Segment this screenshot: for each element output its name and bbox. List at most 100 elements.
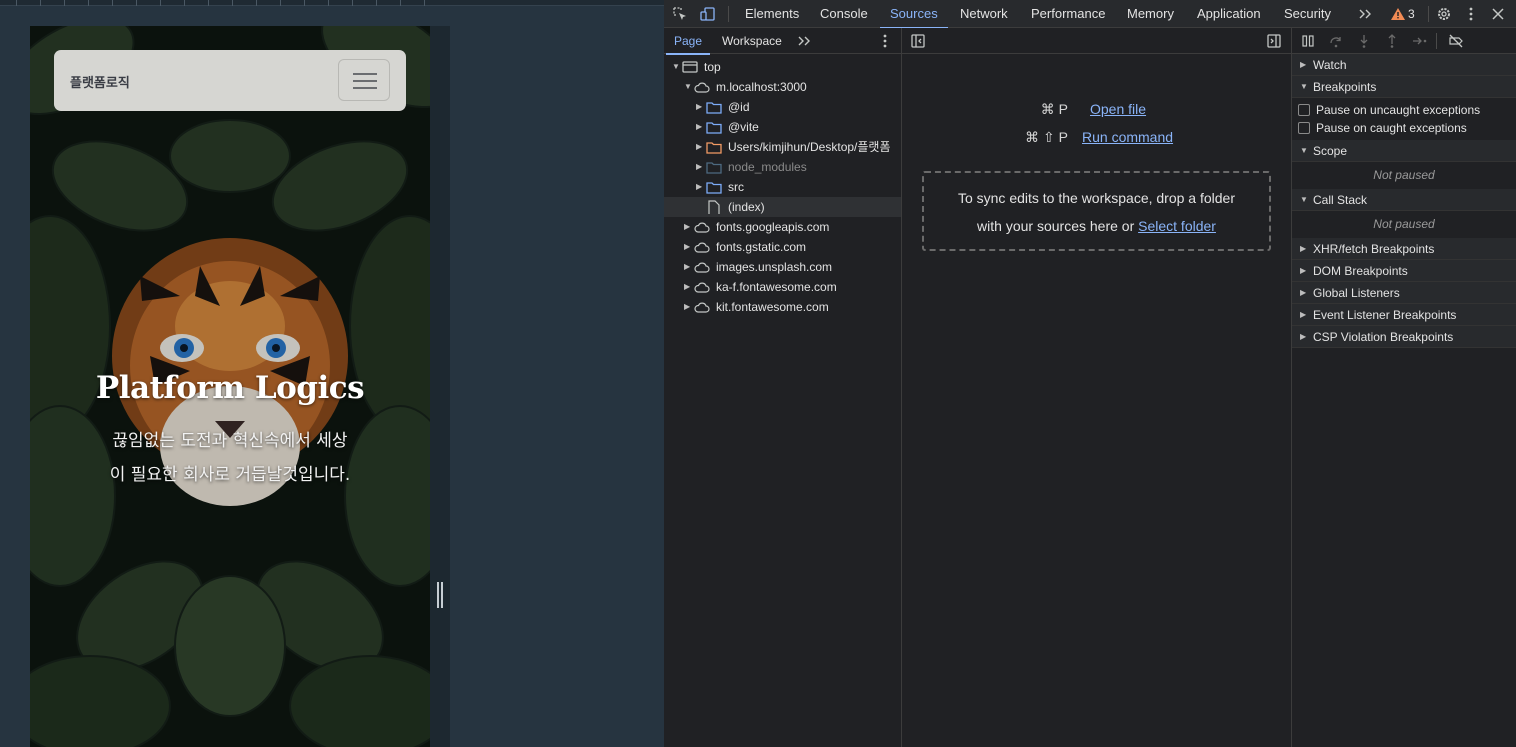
tree-item[interactable]: ▶ kit.fontawesome.com	[664, 297, 901, 317]
hamburger-menu-button[interactable]	[338, 59, 390, 101]
pause-icon[interactable]	[1300, 33, 1316, 49]
tab-memory[interactable]: Memory	[1127, 0, 1174, 28]
step-out-icon[interactable]	[1384, 33, 1400, 49]
warning-icon[interactable]	[1390, 6, 1406, 22]
run-command-link[interactable]: Run command	[1082, 127, 1173, 147]
select-folder-link[interactable]: Select folder	[1138, 218, 1216, 234]
tree-item[interactable]: ▼ m.localhost:3000	[664, 77, 901, 97]
tree-item[interactable]: (index)	[664, 197, 901, 217]
tree-item[interactable]: ▶ fonts.gstatic.com	[664, 237, 901, 257]
tree-item[interactable]: ▶ node_modules	[664, 157, 901, 177]
editor-toolbar	[902, 28, 1292, 54]
close-icon[interactable]	[1490, 6, 1506, 22]
settings-gear-icon[interactable]	[1436, 6, 1452, 22]
collapsed-arrow-icon[interactable]: ▶	[696, 177, 702, 197]
expanded-arrow-icon[interactable]: ▼	[672, 57, 680, 77]
tab-page[interactable]: Page	[665, 28, 711, 55]
more-tabs-chevron-icon[interactable]	[1357, 6, 1373, 22]
tab-console[interactable]: Console	[820, 0, 868, 28]
tree-item[interactable]: ▶ Users/kimjihun/Desktop/플랫폼	[664, 137, 901, 157]
tree-item[interactable]: ▶ fonts.googleapis.com	[664, 217, 901, 237]
debugger-section[interactable]: ▶ Global Listeners	[1292, 282, 1516, 304]
expanded-arrow-icon: ▼	[1300, 82, 1308, 91]
collapsed-arrow-icon[interactable]: ▶	[696, 97, 702, 117]
viewport-gutter	[430, 26, 450, 747]
collapsed-arrow-icon[interactable]: ▶	[696, 157, 702, 177]
collapsed-arrow-icon[interactable]: ▶	[684, 217, 690, 237]
tab-elements[interactable]: Elements	[745, 0, 799, 28]
viewport-resize-handle[interactable]	[437, 582, 443, 608]
debugger-section[interactable]: ▶ Event Listener Breakpoints	[1292, 304, 1516, 326]
inspect-element-icon[interactable]	[672, 6, 688, 22]
debugger-toolbar	[1292, 28, 1516, 54]
collapsed-arrow-icon[interactable]: ▶	[684, 237, 690, 257]
tree-item-label: @vite	[728, 120, 759, 134]
more-navigator-tabs-icon[interactable]	[796, 33, 812, 49]
step-icon[interactable]	[1412, 33, 1428, 49]
collapsed-arrow-icon: ▶	[1300, 266, 1307, 275]
open-file-link[interactable]: Open file	[1090, 99, 1146, 119]
debugger-section[interactable]: ▶ DOM Breakpoints	[1292, 260, 1516, 282]
cloud-icon	[694, 222, 710, 233]
tab-application[interactable]: Application	[1197, 0, 1261, 28]
tab-workspace[interactable]: Workspace	[722, 28, 782, 54]
collapsed-arrow-icon[interactable]: ▶	[684, 297, 690, 317]
viewport-ruler	[0, 0, 664, 6]
tab-security[interactable]: Security	[1284, 0, 1331, 28]
collapsed-arrow-icon[interactable]: ▶	[696, 137, 702, 157]
step-into-icon[interactable]	[1356, 33, 1372, 49]
scope-status: Not paused	[1373, 168, 1435, 182]
more-options-kebab-icon[interactable]	[1463, 6, 1479, 22]
toggle-debugger-icon[interactable]	[1266, 33, 1282, 49]
tree-item-label: m.localhost:3000	[716, 80, 807, 94]
warning-count[interactable]: 3	[1408, 0, 1415, 28]
pause-caught-checkbox[interactable]: Pause on caught exceptions	[1292, 119, 1516, 137]
tab-sources[interactable]: Sources	[880, 0, 948, 29]
navigator-menu-kebab-icon[interactable]	[877, 33, 893, 49]
debugger-section[interactable]: ▶ CSP Violation Breakpoints	[1292, 326, 1516, 348]
tree-item[interactable]: ▶ images.unsplash.com	[664, 257, 901, 277]
watch-section[interactable]: ▶ Watch	[1292, 54, 1516, 76]
tab-performance[interactable]: Performance	[1031, 0, 1105, 28]
tab-network[interactable]: Network	[960, 0, 1008, 28]
tree-item-label: fonts.gstatic.com	[716, 240, 807, 254]
tree-item[interactable]: ▼ top	[664, 57, 901, 77]
debugger-section[interactable]: ▶ XHR/fetch Breakpoints	[1292, 238, 1516, 260]
folder-icon	[706, 182, 722, 194]
navigator-tabs: Page Workspace	[664, 28, 902, 55]
folder-dim-icon	[706, 162, 722, 174]
dropzone-text-line2: with your sources here or	[977, 218, 1135, 234]
tree-item[interactable]: ▶ src	[664, 177, 901, 197]
navbar: 플랫폼로직	[54, 50, 406, 111]
debugger-sidebar: ▶ Watch ▼ Breakpoints Pause on uncaught …	[1292, 28, 1516, 747]
workspace-dropzone[interactable]: To sync edits to the workspace, drop a f…	[922, 171, 1271, 251]
tree-item[interactable]: ▶ @vite	[664, 117, 901, 137]
dropzone-text-line1: To sync edits to the workspace, drop a f…	[957, 190, 1236, 206]
call-stack-section[interactable]: ▼ Call Stack	[1292, 189, 1516, 211]
cloud-icon	[694, 82, 710, 93]
file-icon	[708, 200, 720, 214]
sources-navigator: Page Workspace ▼ top ▼ m.localhost:3000 ▶ @id…	[664, 28, 902, 747]
tree-item-label: node_modules	[728, 160, 807, 174]
brand-logo-text[interactable]: 플랫폼로직	[70, 72, 130, 91]
tree-item[interactable]: ▶ ka-f.fontawesome.com	[664, 277, 901, 297]
cloud-icon	[694, 262, 710, 273]
tree-item-label: (index)	[728, 200, 765, 214]
deactivate-breakpoints-icon[interactable]	[1448, 33, 1464, 49]
step-over-icon[interactable]	[1328, 33, 1344, 49]
collapsed-arrow-icon[interactable]: ▶	[684, 277, 690, 297]
expanded-arrow-icon[interactable]: ▼	[684, 77, 692, 97]
breakpoints-section[interactable]: ▼ Breakpoints	[1292, 76, 1516, 98]
scope-section[interactable]: ▼ Scope	[1292, 140, 1516, 162]
collapsed-arrow-icon[interactable]: ▶	[696, 117, 702, 137]
devtools-main-toolbar: Elements Console Sources Network Perform…	[664, 0, 1516, 29]
collapsed-arrow-icon: ▶	[1300, 244, 1307, 253]
pause-uncaught-checkbox[interactable]: Pause on uncaught exceptions	[1292, 101, 1516, 119]
collapsed-arrow-icon[interactable]: ▶	[684, 257, 690, 277]
expanded-arrow-icon: ▼	[1300, 146, 1308, 155]
tree-item[interactable]: ▶ @id	[664, 97, 901, 117]
open-file-keys: ⌘ P	[1040, 101, 1068, 117]
toggle-navigator-icon[interactable]	[910, 33, 926, 49]
device-toolbar-icon[interactable]	[700, 6, 716, 22]
open-file-shortcut: ⌘ P Open file	[902, 99, 1292, 119]
